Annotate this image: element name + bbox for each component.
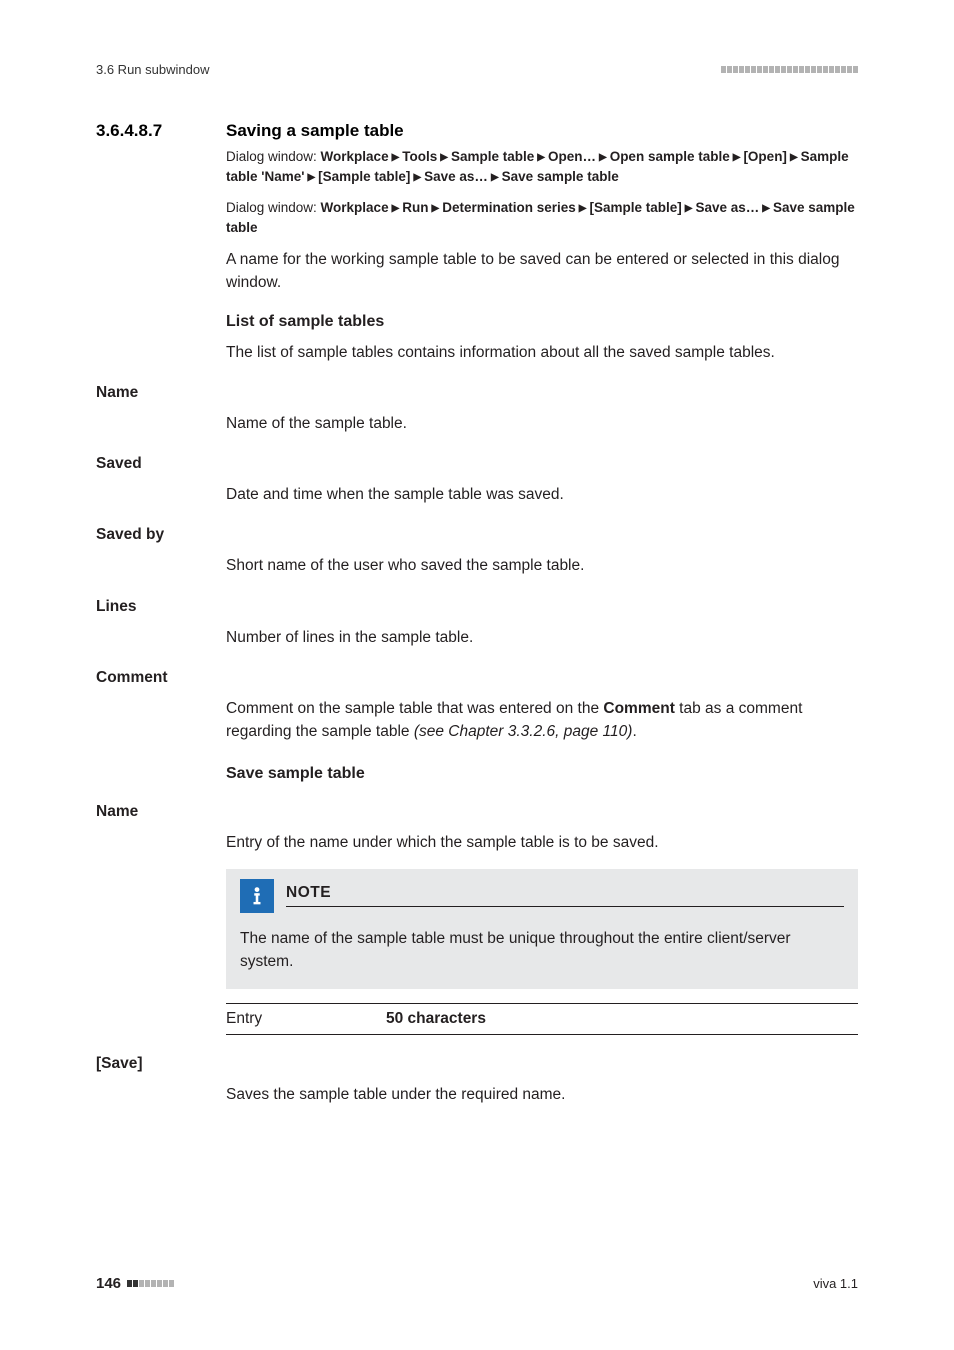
section-number: 3.6.4.8.7 [96, 121, 226, 141]
breadcrumb-label: Dialog window: [226, 149, 321, 164]
note-body: The name of the sample table must be uni… [226, 919, 858, 990]
note-box: NOTE The name of the sample table must b… [226, 869, 858, 990]
list-description: The list of sample tables contains infor… [226, 341, 858, 364]
info-icon [240, 879, 274, 913]
field-desc: Number of lines in the sample table. [226, 626, 858, 649]
field-desc: Short name of the user who saved the sam… [226, 554, 858, 577]
field-term-name: Name [96, 384, 858, 402]
footer-ornament [127, 1280, 174, 1287]
field-term-comment: Comment [96, 669, 858, 687]
breadcrumb-label: Dialog window: [226, 200, 321, 215]
header-ornament [721, 66, 858, 73]
field-desc: Date and time when the sample table was … [226, 483, 858, 506]
breadcrumb: Dialog window: Workplace▶Run▶Determinati… [226, 198, 858, 239]
running-header: 3.6 Run subwindow [96, 62, 209, 77]
note-title: NOTE [286, 884, 844, 907]
list-heading: List of sample tables [226, 313, 858, 331]
field-term-saved: Saved [96, 455, 858, 473]
entry-constraint: Entry 50 characters [226, 1003, 858, 1035]
save-heading: Save sample table [226, 765, 858, 783]
field-desc: Entry of the name under which the sample… [226, 831, 858, 854]
breadcrumb: Dialog window: Workplace▶Tools▶Sample ta… [226, 147, 858, 188]
section-title: Saving a sample table [226, 121, 404, 141]
field-desc: Comment on the sample table that was ent… [226, 697, 858, 744]
intro-paragraph: A name for the working sample table to b… [226, 248, 858, 295]
entry-label: Entry [226, 1010, 386, 1028]
page-number: 146 [96, 1275, 121, 1292]
field-desc: Saves the sample table under the require… [226, 1083, 858, 1106]
footer-version: viva 1.1 [813, 1276, 858, 1291]
field-term-save-name: Name [96, 803, 858, 821]
entry-value: 50 characters [386, 1010, 486, 1028]
field-term-savedby: Saved by [96, 526, 858, 544]
field-term-save-button: [Save] [96, 1055, 858, 1073]
field-desc: Name of the sample table. [226, 412, 858, 435]
field-term-lines: Lines [96, 598, 858, 616]
